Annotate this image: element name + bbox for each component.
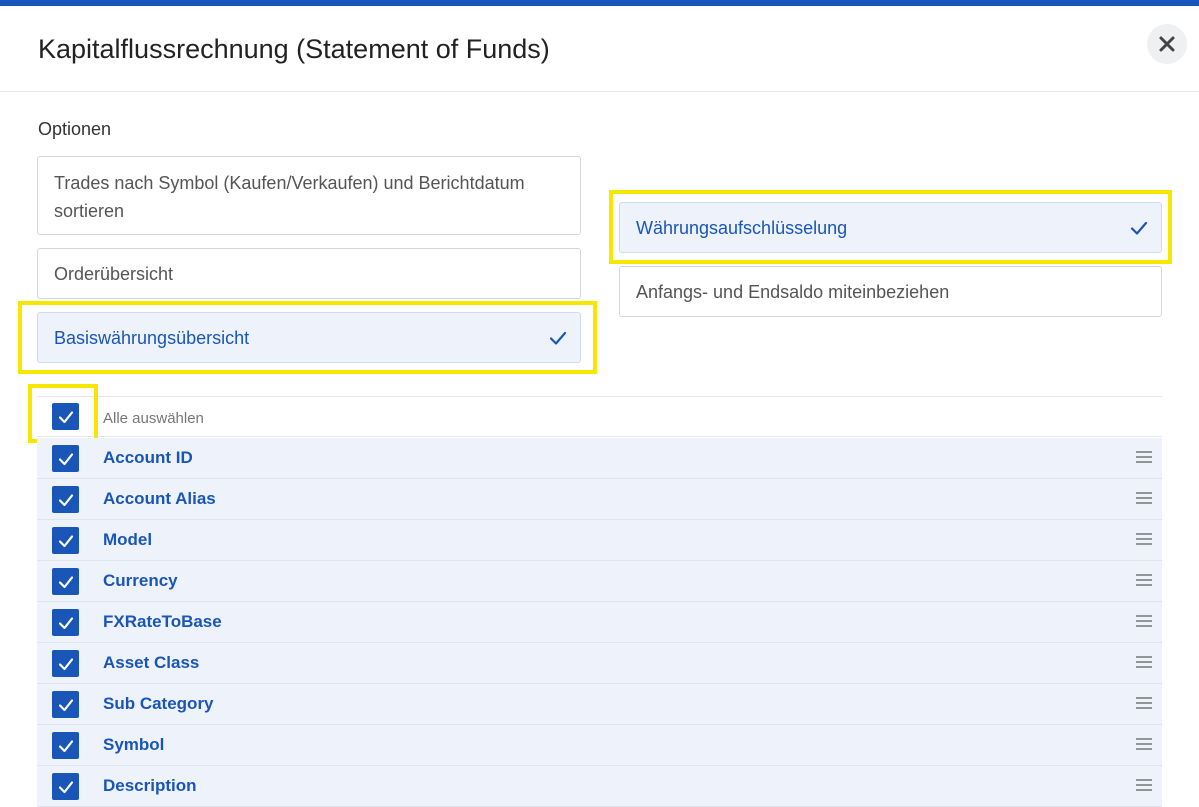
- checkmark-icon: [58, 575, 73, 588]
- checkmark-icon: [1130, 221, 1148, 235]
- checkmark-icon: [58, 739, 73, 752]
- column-list: Account ID Account Alias Model Currency …: [37, 438, 1162, 807]
- list-item: Account Alias: [37, 479, 1162, 520]
- close-icon: [1159, 36, 1175, 52]
- close-button[interactable]: [1147, 24, 1187, 64]
- row-label: Model: [103, 530, 153, 549]
- row-label: Asset Class: [103, 653, 200, 672]
- select-all-checkbox[interactable]: [52, 403, 79, 430]
- select-all-row: Alle auswählen: [37, 396, 1162, 437]
- checkmark-icon: [549, 331, 567, 345]
- checkmark-icon: [58, 616, 73, 629]
- list-item: FXRateToBase: [37, 602, 1162, 643]
- row-checkbox[interactable]: [52, 691, 79, 718]
- drag-handle-icon[interactable]: [1136, 654, 1152, 670]
- drag-handle-icon[interactable]: [1136, 531, 1152, 547]
- row-checkbox[interactable]: [52, 609, 79, 636]
- option-label: Orderübersicht: [54, 263, 174, 284]
- option-label: Basiswährungsübersicht: [54, 327, 250, 348]
- row-label: FXRateToBase: [103, 612, 222, 631]
- drag-handle-icon[interactable]: [1136, 490, 1152, 506]
- options-label: Optionen: [38, 119, 112, 139]
- checkmark-icon: [58, 410, 73, 423]
- drag-handle-icon[interactable]: [1136, 695, 1152, 711]
- list-item: Sub Category: [37, 684, 1162, 725]
- dialog-header: Kapitalflussrechnung (Statement of Funds…: [0, 6, 1199, 92]
- list-item: Description: [37, 766, 1162, 807]
- row-checkbox[interactable]: [52, 732, 79, 759]
- list-item: Model: [37, 520, 1162, 561]
- checkmark-icon: [58, 452, 73, 465]
- row-label: Account Alias: [103, 489, 216, 508]
- row-checkbox[interactable]: [52, 527, 79, 554]
- checkmark-icon: [58, 534, 73, 547]
- row-label: Sub Category: [103, 694, 214, 713]
- list-item: Currency: [37, 561, 1162, 602]
- row-label: Account ID: [103, 448, 193, 467]
- select-all-label: Alle auswählen: [103, 410, 204, 427]
- checkmark-icon: [58, 657, 73, 670]
- option-base-currency-overview[interactable]: Basiswährungsübersicht: [37, 312, 581, 363]
- list-item: Asset Class: [37, 643, 1162, 684]
- option-currency-breakdown[interactable]: Währungsaufschlüsselung: [619, 202, 1162, 253]
- option-label: Trades nach Symbol (Kaufen/Verkaufen) un…: [54, 173, 525, 221]
- row-checkbox[interactable]: [52, 650, 79, 677]
- checkmark-icon: [58, 780, 73, 793]
- row-checkbox[interactable]: [52, 568, 79, 595]
- row-checkbox[interactable]: [52, 445, 79, 472]
- dialog-title: Kapitalflussrechnung (Statement of Funds…: [38, 34, 550, 64]
- row-label: Currency: [103, 571, 178, 590]
- row-checkbox[interactable]: [52, 486, 79, 513]
- drag-handle-icon[interactable]: [1136, 572, 1152, 588]
- option-order-overview[interactable]: Orderübersicht: [37, 248, 581, 299]
- drag-handle-icon[interactable]: [1136, 777, 1152, 793]
- row-checkbox[interactable]: [52, 773, 79, 800]
- drag-handle-icon[interactable]: [1136, 449, 1152, 465]
- row-label: Symbol: [103, 735, 165, 754]
- list-item: Symbol: [37, 725, 1162, 766]
- option-label: Währungsaufschlüsselung: [636, 217, 848, 238]
- checkmark-icon: [58, 493, 73, 506]
- option-include-balances[interactable]: Anfangs- und Endsaldo miteinbeziehen: [619, 266, 1162, 317]
- drag-handle-icon[interactable]: [1136, 736, 1152, 752]
- drag-handle-icon[interactable]: [1136, 613, 1152, 629]
- list-item: Account ID: [37, 438, 1162, 479]
- option-sort-trades[interactable]: Trades nach Symbol (Kaufen/Verkaufen) un…: [37, 156, 581, 235]
- option-label: Anfangs- und Endsaldo miteinbeziehen: [636, 281, 950, 302]
- row-label: Description: [103, 776, 197, 795]
- checkmark-icon: [58, 698, 73, 711]
